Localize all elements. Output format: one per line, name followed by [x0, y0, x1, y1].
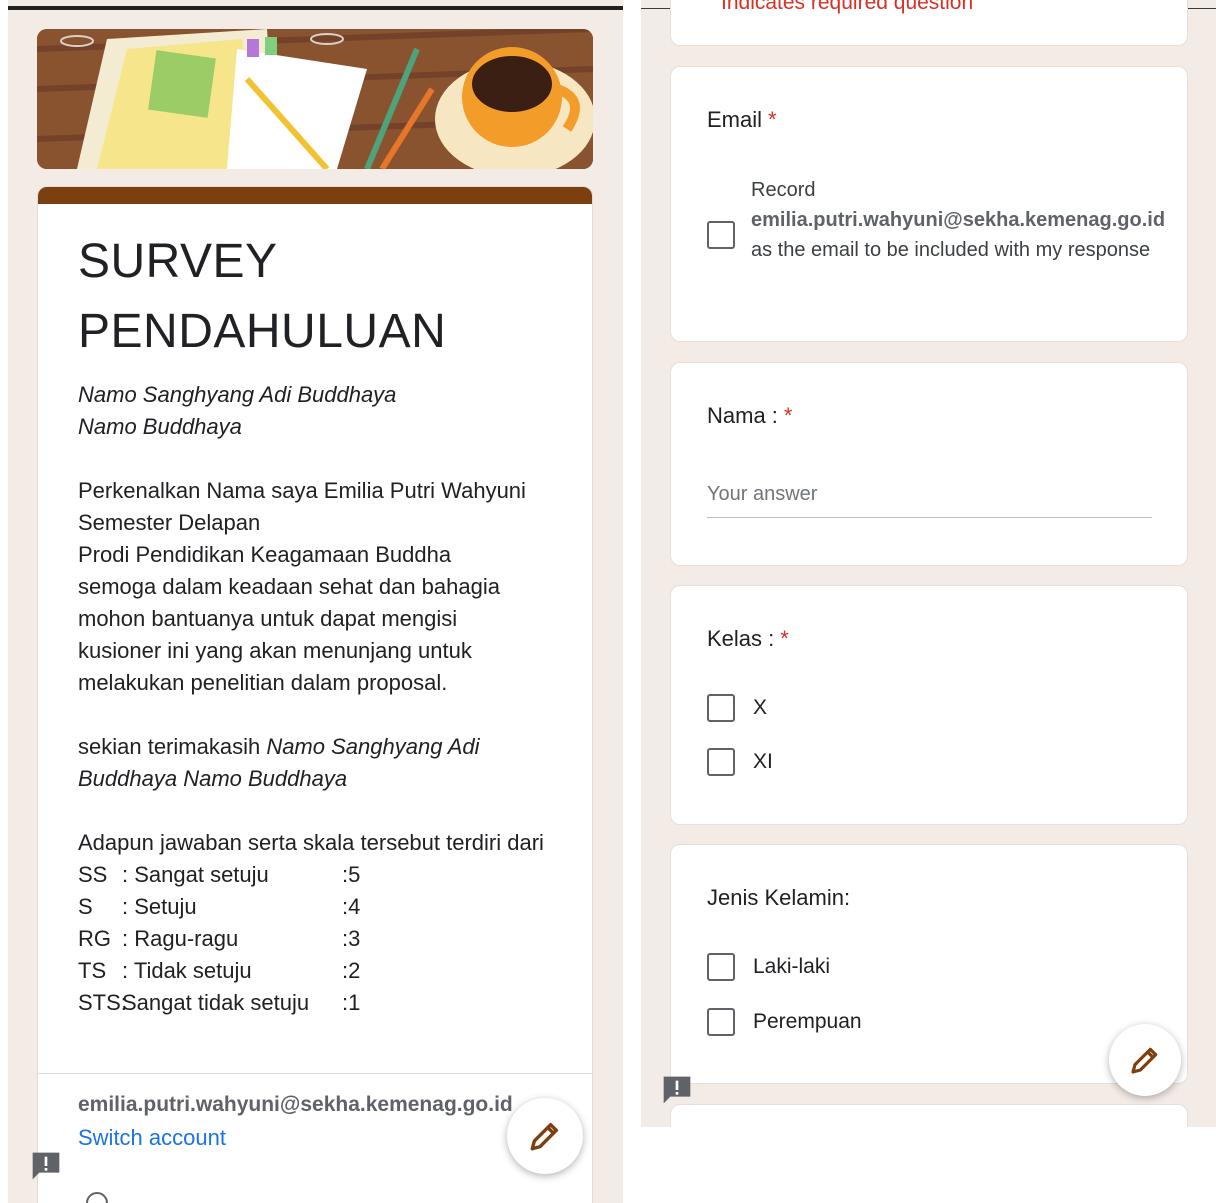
kelas-option-xi-label[interactable]: XI [753, 750, 773, 774]
scale-value: :1 [342, 990, 361, 1015]
scale-row: TS : Tidak setuju :2 [78, 955, 568, 987]
scale-value: :2 [342, 958, 361, 983]
pencil-icon [1131, 1047, 1158, 1074]
answer-underline [707, 517, 1152, 518]
scale-code: STS: [78, 990, 127, 1015]
right-screenshot: Indicates required question Email * Recor… [641, 0, 1216, 1127]
greeting-line-1: Namo Sanghyang Adi Buddhaya [78, 382, 397, 407]
edit-fab-button[interactable] [1109, 1024, 1181, 1096]
email-question-card: Email * Record emilia.putri.wahyuni@sekha… [670, 66, 1188, 342]
scale-row: SS : Sangat setuju :5 [78, 859, 568, 891]
scale-intro: Adapun jawaban serta skala tersebut terd… [78, 830, 544, 855]
record-email: emilia.putri.wahyuni@sekha.kemenag.go.id [751, 209, 1166, 231]
scale-row: STS: Sangat tidak setuju :1 [78, 987, 568, 1019]
scale-label: : Setuju [122, 894, 197, 919]
accent-bar [38, 187, 592, 204]
blank-area [641, 1127, 1216, 1203]
scale-code: RG [78, 926, 111, 951]
jenis-option-perempuan-checkbox[interactable] [707, 1008, 735, 1036]
kelas-question-label: Kelas : * [707, 626, 789, 652]
kelas-question-card: Kelas : * X XI [670, 585, 1188, 825]
scale-list: SS : Sangat setuju :5 S : Setuju :4 RG :… [78, 859, 568, 1019]
feedback-icon[interactable] [30, 1150, 62, 1182]
jenis-option-laki-label[interactable]: Laki-laki [753, 955, 830, 979]
record-suffix: as the email to be included with my resp… [751, 239, 1151, 261]
scale-value: :3 [342, 926, 361, 951]
left-screenshot: SURVEY PENDAHULUAN Namo Sanghyang Adi Bu… [8, 0, 623, 1203]
required-star: * [783, 403, 793, 428]
nama-label-text: Nama : [707, 403, 778, 428]
closing-prefix: sekian terimakasih [78, 734, 267, 759]
scale-label: : Sangat setuju [122, 862, 269, 887]
scale-value: :5 [342, 862, 361, 887]
scale-code: TS [78, 958, 107, 983]
required-star: * [780, 626, 789, 651]
next-question-card [670, 1104, 1188, 1127]
form-title: SURVEY PENDAHULUAN [78, 235, 447, 358]
kelas-label-text: Kelas : [707, 626, 775, 651]
switch-account-link[interactable]: Switch account [78, 1125, 226, 1151]
pencil-icon [530, 1122, 559, 1151]
scale-label: Sangat tidak setuju [122, 990, 310, 1015]
closing-text: sekian terimakasih Namo Sanghyang Adi Bu… [78, 731, 568, 795]
scale-code: S [78, 894, 93, 919]
header-banner-image [37, 29, 593, 169]
form-header-card: SURVEY PENDAHULUAN Namo Sanghyang Adi Bu… [37, 186, 593, 1203]
record-email-checkbox[interactable] [707, 221, 735, 249]
kelas-option-x-label[interactable]: X [753, 696, 767, 720]
account-divider [38, 1073, 592, 1074]
feedback-icon[interactable] [661, 1074, 693, 1106]
scale-label: : Tidak setuju [122, 958, 252, 983]
scale-row: S : Setuju :4 [78, 891, 568, 923]
nama-answer-input[interactable]: Your answer [707, 483, 817, 506]
status-bar-edge [8, 6, 623, 10]
record-email-text: Record emilia.putri.wahyuni@sekha.kemena… [751, 175, 1181, 265]
email-label-text: Email [707, 107, 763, 132]
greeting-line-2: Namo Buddhaya [78, 414, 242, 439]
intro-text: Perkenalkan Nama saya Emilia Putri Wahyu… [78, 478, 526, 695]
edit-fab-button[interactable] [507, 1098, 583, 1174]
required-note-card: Indicates required question [670, 0, 1188, 46]
jenis-option-perempuan-label[interactable]: Perempuan [753, 1010, 862, 1034]
scale-value: :4 [342, 894, 361, 919]
email-question-label: Email * [707, 107, 777, 133]
kelas-option-x-checkbox[interactable] [707, 694, 735, 722]
scale-label: : Ragu-ragu [122, 926, 239, 951]
form-description: Namo Sanghyang Adi Buddhaya Namo Buddhay… [78, 379, 568, 1019]
record-prefix: Record [751, 179, 816, 201]
jenis-question-label: Jenis Kelamin: [707, 885, 851, 910]
kelas-option-xi-checkbox[interactable] [707, 748, 735, 776]
required-note: Indicates required question [721, 0, 974, 14]
nama-question-card: Nama : * Your answer [670, 362, 1188, 566]
jenis-option-laki-checkbox[interactable] [707, 953, 735, 981]
required-star: * [768, 107, 777, 132]
scale-code: SS [78, 862, 108, 887]
account-email: emilia.putri.wahyuni@sekha.kemenag.go.id [78, 1093, 513, 1116]
scale-row: RG : Ragu-ragu :3 [78, 923, 568, 955]
nama-question-label: Nama : * [707, 403, 792, 429]
